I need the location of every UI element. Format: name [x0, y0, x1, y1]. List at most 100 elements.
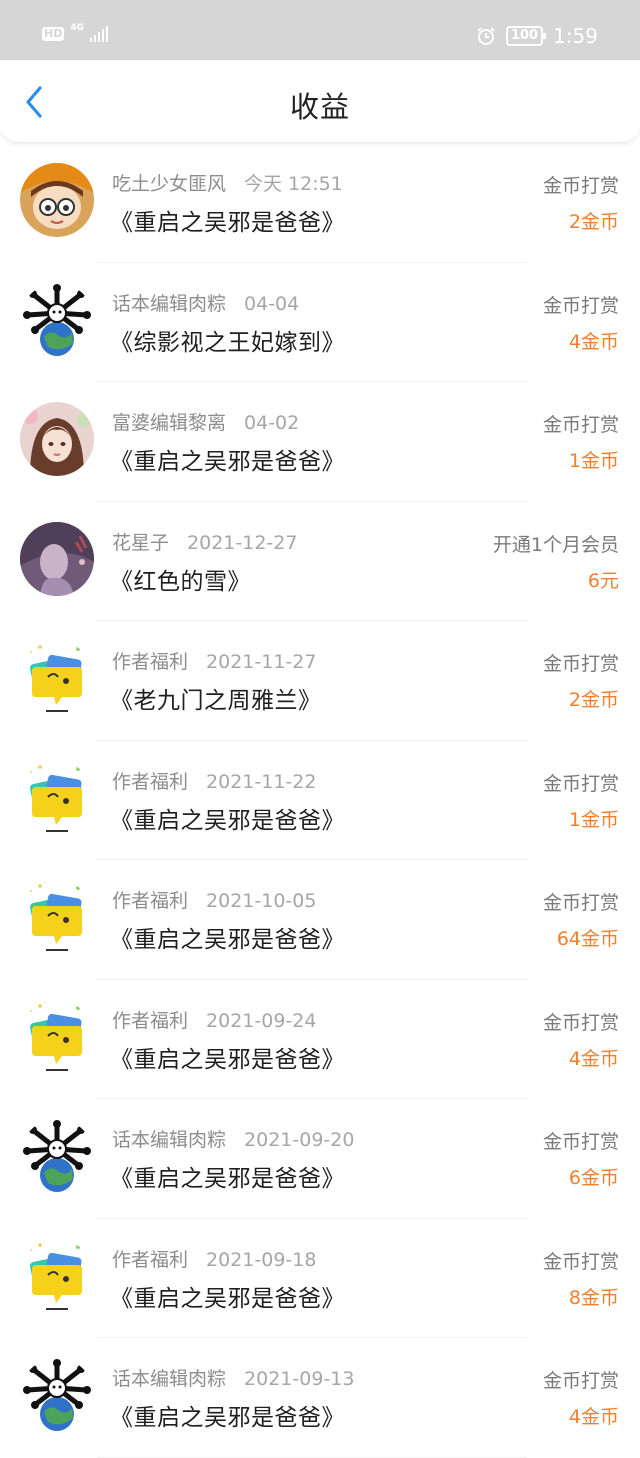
record-type: 金币打赏 — [542, 653, 619, 675]
record-amount: 2金币 — [568, 689, 619, 711]
record-amount: 64金币 — [556, 928, 619, 950]
avatar[interactable] — [20, 282, 94, 357]
book-title[interactable]: 《重启之吴邪是爸爸》 — [110, 1040, 345, 1074]
book-title[interactable]: 《重启之吴邪是爸爸》 — [110, 1398, 345, 1432]
record-amount: 4金币 — [568, 1406, 619, 1428]
user-name[interactable]: 话本编辑肉粽 — [112, 293, 226, 315]
list-item[interactable]: 作者福利 2021-09-18 《重启之吴邪是爸爸》 金币打赏 8金币 — [0, 1219, 640, 1338]
list-item[interactable]: 作者福利 2021-10-05 《重启之吴邪是爸爸》 金币打赏 64金币 — [0, 860, 640, 980]
record-date: 04-02 — [244, 412, 300, 434]
record-amount: 4金币 — [568, 1047, 619, 1070]
record-amount: 1金币 — [568, 808, 619, 831]
record-meta: 作者福利 2021-09-24 — [112, 1006, 316, 1033]
avatar[interactable] — [20, 641, 94, 715]
record-meta: 花星子 2021-12-27 — [112, 528, 297, 555]
list-item[interactable]: 吃土少女匪风 今天 12:51 《重启之吴邪是爸爸》 金币打赏 2金币 — [0, 143, 640, 263]
record-meta: 富婆编辑黎离 04-02 — [112, 408, 299, 435]
record-type: 金币打赏 — [542, 1250, 619, 1273]
user-name[interactable]: 吃土少女匪风 — [112, 173, 226, 195]
avatar[interactable] — [20, 1238, 94, 1313]
record-amount: 6元 — [587, 569, 619, 592]
alarm-clock-icon — [477, 27, 495, 45]
record-date: 04-04 — [244, 292, 300, 315]
record-date: 2021-11-27 — [206, 651, 317, 673]
book-title[interactable]: 《重启之吴邪是爸爸》 — [110, 801, 345, 835]
book-title[interactable]: 《老九门之周雅兰》 — [110, 681, 322, 715]
record-date: 2021-12-27 — [187, 531, 298, 554]
user-name[interactable]: 作者福利 — [112, 651, 188, 673]
avatar[interactable] — [20, 163, 94, 237]
record-amount: 2金币 — [568, 211, 619, 233]
book-title[interactable]: 《红色的雪》 — [110, 562, 251, 596]
signal-icon — [90, 26, 108, 42]
user-name[interactable]: 花星子 — [112, 532, 169, 554]
record-meta: 话本编辑肉粽 04-04 — [112, 289, 299, 316]
avatar[interactable] — [20, 521, 94, 596]
earnings-list: 吃土少女匪风 今天 12:51 《重启之吴邪是爸爸》 金币打赏 2金币 话本编辑肉粽 04… — [0, 143, 640, 1458]
record-type: 金币打赏 — [542, 772, 619, 795]
record-type: 开通1个月会员 — [492, 533, 619, 556]
record-type: 金币打赏 — [542, 1011, 619, 1034]
battery-icon: 100 — [505, 26, 547, 46]
avatar[interactable] — [20, 1119, 94, 1193]
record-meta: 作者福利 2021-11-27 — [112, 647, 316, 674]
record-meta: 作者福利 2021-10-05 — [112, 886, 316, 913]
record-amount: 6金币 — [568, 1167, 619, 1189]
record-amount: 4金币 — [568, 330, 619, 353]
list-item[interactable]: 花星子 2021-12-27 《红色的雪》 开通1个月会员 6元 — [0, 502, 640, 621]
hd-badge: HD — [42, 27, 65, 41]
record-type: 金币打赏 — [542, 892, 619, 914]
user-name[interactable]: 富婆编辑黎离 — [112, 412, 226, 434]
record-meta: 吃土少女匪风 今天 12:51 — [112, 169, 343, 196]
user-name[interactable]: 作者福利 — [112, 1249, 188, 1271]
list-item[interactable]: 话本编辑肉粽 2021-09-13 《重启之吴邪是爸爸》 金币打赏 4金币 — [0, 1338, 640, 1458]
list-item[interactable]: 话本编辑肉粽 2021-09-20 《重启之吴邪是爸爸》 金币打赏 6金币 — [0, 1099, 640, 1219]
user-name[interactable]: 作者福利 — [112, 1010, 188, 1032]
record-date: 2021-09-20 — [244, 1129, 355, 1151]
user-name[interactable]: 作者福利 — [112, 771, 188, 793]
record-type: 金币打赏 — [542, 414, 619, 436]
clock-time: 1:59 — [553, 24, 598, 48]
record-amount: 1金币 — [568, 450, 619, 472]
record-type: 金币打赏 — [542, 1131, 619, 1153]
avatar[interactable] — [20, 999, 94, 1074]
user-name[interactable]: 作者福利 — [112, 890, 188, 912]
book-title[interactable]: 《重启之吴邪是爸爸》 — [110, 920, 345, 954]
record-amount: 8金币 — [568, 1286, 619, 1309]
book-title[interactable]: 《重启之吴邪是爸爸》 — [110, 442, 345, 476]
book-title[interactable]: 《重启之吴邪是爸爸》 — [110, 203, 345, 237]
record-meta: 作者福利 2021-09-18 — [112, 1245, 316, 1272]
status-left: HD 4G — [42, 22, 108, 42]
network-type: 4G — [70, 22, 84, 33]
record-type: 金币打赏 — [542, 1370, 619, 1392]
user-name[interactable]: 话本编辑肉粽 — [112, 1368, 226, 1390]
status-right: 100 1:59 — [476, 24, 598, 48]
list-item[interactable]: 话本编辑肉粽 04-04 《综影视之王妃嫁到》 金币打赏 4金币 — [0, 263, 640, 382]
battery-level: 100 — [510, 28, 539, 43]
record-date: 2021-09-24 — [206, 1009, 317, 1032]
avatar[interactable] — [20, 880, 94, 954]
record-date: 2021-11-22 — [206, 770, 317, 793]
record-date: 2021-09-18 — [206, 1248, 317, 1271]
record-date: 2021-09-13 — [244, 1368, 355, 1390]
list-item[interactable]: 作者福利 2021-11-27 《老九门之周雅兰》 金币打赏 2金币 — [0, 621, 640, 741]
book-title[interactable]: 《综影视之王妃嫁到》 — [110, 323, 345, 357]
book-title[interactable]: 《重启之吴邪是爸爸》 — [110, 1159, 345, 1193]
page-title: 收益 — [289, 90, 350, 124]
list-item[interactable]: 作者福利 2021-11-22 《重启之吴邪是爸爸》 金币打赏 1金币 — [0, 741, 640, 860]
header: 收益 — [0, 60, 640, 143]
avatar[interactable] — [20, 402, 94, 476]
list-item[interactable]: 作者福利 2021-09-24 《重启之吴邪是爸爸》 金币打赏 4金币 — [0, 980, 640, 1099]
record-meta: 话本编辑肉粽 2021-09-20 — [112, 1125, 354, 1152]
record-meta: 话本编辑肉粽 2021-09-13 — [112, 1364, 354, 1391]
avatar[interactable] — [20, 760, 94, 835]
book-title[interactable]: 《重启之吴邪是爸爸》 — [110, 1279, 345, 1313]
record-type: 金币打赏 — [542, 175, 619, 197]
record-date: 今天 12:51 — [244, 173, 343, 195]
record-date: 2021-10-05 — [206, 890, 317, 912]
list-item[interactable]: 富婆编辑黎离 04-02 《重启之吴邪是爸爸》 金币打赏 1金币 — [0, 382, 640, 502]
avatar[interactable] — [20, 1358, 94, 1432]
record-type: 金币打赏 — [542, 294, 619, 317]
user-name[interactable]: 话本编辑肉粽 — [112, 1129, 226, 1151]
divider — [97, 1456, 527, 1458]
